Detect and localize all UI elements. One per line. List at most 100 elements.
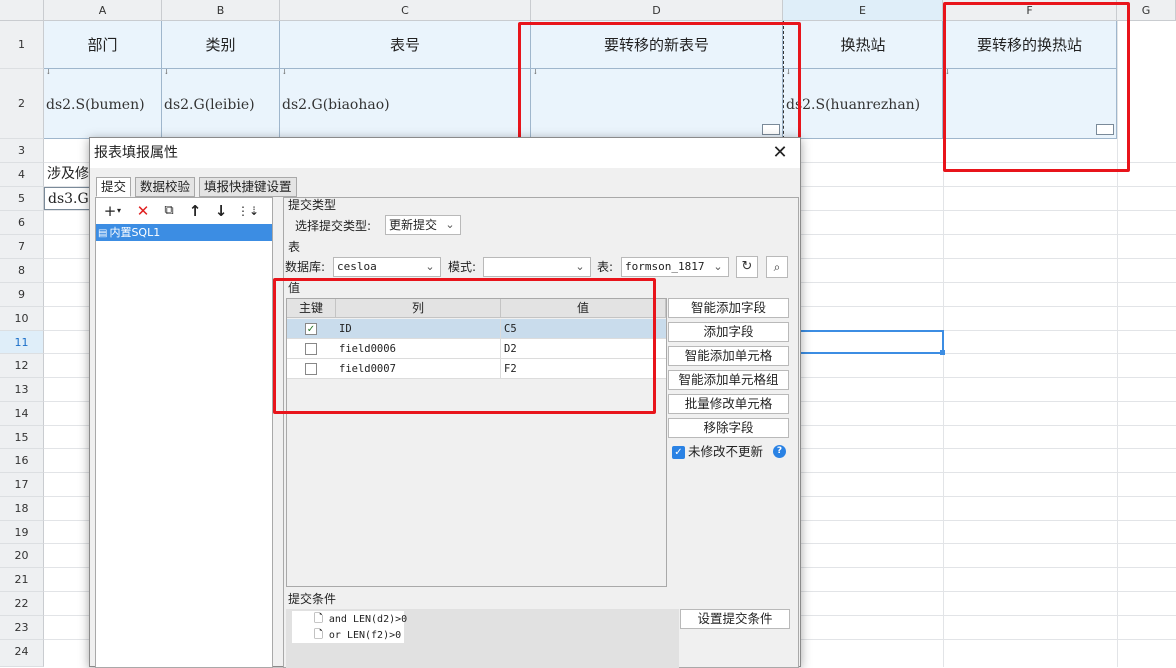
row-header-23[interactable]: 23 — [0, 616, 44, 640]
submit-type-value: 更新提交 — [389, 218, 438, 232]
highlight-box-new-station — [943, 2, 1130, 172]
row-header-13[interactable]: 13 — [0, 378, 44, 402]
table-value: formson_1817 — [625, 260, 705, 273]
refresh-icon[interactable]: ↻ — [736, 256, 758, 278]
chevron-down-icon: ⌄ — [425, 260, 435, 273]
row-header-22[interactable]: 22 — [0, 592, 44, 616]
remove-field-button[interactable]: 移除字段 — [668, 418, 789, 438]
no-update-label: 未修改不更新 — [688, 444, 764, 459]
row-header-11[interactable]: 11 — [0, 331, 44, 354]
row-header-18[interactable]: 18 — [0, 497, 44, 521]
add-dropdown-icon[interactable]: ▾ — [114, 201, 124, 221]
chevron-down-icon: ⌄ — [575, 260, 585, 273]
sort-icon[interactable]: ⋮⇣ — [237, 201, 259, 221]
mode-select[interactable]: ⌄ — [483, 257, 591, 277]
chevron-down-icon: ⌄ — [445, 218, 455, 231]
row-header-10[interactable]: 10 — [0, 307, 44, 331]
cell-c1[interactable]: 表号 — [280, 21, 531, 69]
cell-c2-text: ds2.G(biaohao) — [282, 97, 390, 113]
selected-cell-e11[interactable] — [783, 330, 944, 354]
column-header-b[interactable]: B — [162, 0, 280, 21]
row-header-15[interactable]: 15 — [0, 426, 44, 449]
cell-a2[interactable]: ↓ ds2.S(bumen) — [44, 69, 162, 139]
delete-icon[interactable]: ✕ — [133, 201, 153, 221]
help-icon[interactable]: ? — [773, 445, 786, 458]
document-icon: 🗋 — [314, 612, 323, 625]
select-submit-type-label: 选择提交类型: — [295, 219, 372, 233]
table-section-label: 表 — [288, 240, 301, 254]
cell-c2[interactable]: ↓ ds2.G(biaohao) — [280, 69, 531, 139]
database-label: 数据库: — [285, 260, 326, 274]
submit-condition-label: 提交条件 — [288, 592, 337, 606]
row-header-5[interactable]: 5 — [0, 187, 44, 211]
smart-add-cell-button[interactable]: 智能添加单元格 — [668, 346, 789, 366]
row-header-17[interactable]: 17 — [0, 473, 44, 497]
cell-b1[interactable]: 类别 — [162, 21, 280, 69]
row-header-14[interactable]: 14 — [0, 402, 44, 426]
condition-text: or LEN(f2)>0 — [328, 630, 402, 641]
cell-e2[interactable]: ↓ ds2.S(huanrezhan) — [783, 69, 943, 139]
row-header-8[interactable]: 8 — [0, 259, 44, 283]
condition-text: and LEN(d2)>0 — [328, 614, 408, 625]
sql-list-panel[interactable] — [95, 197, 273, 668]
expand-down-icon: ↓ — [45, 69, 52, 76]
row-header-6[interactable]: 6 — [0, 211, 44, 235]
database-select[interactable]: cesloa ⌄ — [333, 257, 441, 277]
copy-icon[interactable]: ⧉ — [159, 201, 179, 221]
table-select[interactable]: formson_1817 ⌄ — [621, 257, 729, 277]
add-field-button[interactable]: 添加字段 — [668, 322, 789, 342]
row-header-4[interactable]: 4 — [0, 163, 44, 187]
submit-type-select[interactable]: 更新提交 ⌄ — [385, 215, 461, 235]
row-header-19[interactable]: 19 — [0, 521, 44, 544]
row-header-2[interactable]: 2 — [0, 69, 44, 139]
database-value: cesloa — [337, 260, 377, 273]
cell-e1[interactable]: 换热站 — [783, 21, 943, 69]
dialog-title: 报表填报属性 — [90, 138, 800, 168]
cell-a4[interactable]: 涉及修 — [44, 163, 90, 186]
cell-a2-text: ds2.S(bumen) — [46, 97, 145, 113]
tree-item-sql1[interactable]: ▤ 内置SQL1 — [96, 224, 272, 241]
row-header-1[interactable]: 1 — [0, 21, 44, 69]
tab-submit[interactable]: 提交 — [96, 177, 132, 197]
cell-b2-text: ds2.G(leibie) — [164, 97, 255, 113]
row-header-9[interactable]: 9 — [0, 283, 44, 307]
table-label: 表: — [597, 260, 614, 274]
tab-data-validation[interactable]: 数据校验 — [135, 177, 196, 197]
row-header-7[interactable]: 7 — [0, 235, 44, 259]
row-header-24[interactable]: 24 — [0, 640, 44, 667]
smart-add-cell-group-button[interactable]: 智能添加单元格组 — [668, 370, 789, 390]
mode-label: 模式: — [448, 260, 477, 274]
submit-type-section-label: 提交类型 — [288, 198, 337, 212]
document-icon: 🗋 — [314, 628, 323, 641]
condition-item[interactable]: 🗋 or LEN(f2)>0 — [314, 628, 401, 643]
smart-add-field-button[interactable]: 智能添加字段 — [668, 298, 789, 318]
sheet-corner[interactable] — [0, 0, 44, 21]
condition-tree[interactable]: 🗋 and LEN(d2)>0 🗋 or LEN(f2)>0 — [292, 611, 407, 643]
column-header-d[interactable]: D — [531, 0, 783, 21]
fill-handle[interactable] — [940, 350, 945, 355]
move-down-icon[interactable]: ↓ — [211, 201, 231, 221]
column-header-a[interactable]: A — [44, 0, 162, 21]
row-header-20[interactable]: 20 — [0, 544, 44, 568]
row-header-21[interactable]: 21 — [0, 568, 44, 592]
preview-icon[interactable]: ⌕ — [766, 256, 788, 278]
tab-shortcut-settings[interactable]: 填报快捷键设置 — [199, 177, 297, 197]
row-header-16[interactable]: 16 — [0, 449, 44, 473]
no-update-checkbox[interactable]: ✓ — [672, 446, 685, 459]
submit-condition-area[interactable]: 🗋 and LEN(d2)>0 🗋 or LEN(f2)>0 — [286, 609, 679, 668]
expand-down-icon: ↓ — [281, 69, 288, 76]
column-header-c[interactable]: C — [280, 0, 531, 21]
expand-down-icon: ↓ — [163, 69, 170, 76]
move-up-icon[interactable]: ↑ — [185, 201, 205, 221]
close-icon[interactable]: ✕ — [768, 141, 792, 165]
row-header-3[interactable]: 3 — [0, 139, 44, 163]
cell-a1[interactable]: 部门 — [44, 21, 162, 69]
row-header-12[interactable]: 12 — [0, 354, 44, 378]
highlight-box-value-grid — [273, 278, 656, 414]
batch-edit-cells-button[interactable]: 批量修改单元格 — [668, 394, 789, 414]
column-header-e[interactable]: E — [783, 0, 943, 21]
cell-a5[interactable]: ds3.G — [44, 187, 90, 210]
cell-b2[interactable]: ↓ ds2.G(leibie) — [162, 69, 280, 139]
condition-item[interactable]: 🗋 and LEN(d2)>0 — [314, 612, 407, 627]
set-submit-condition-button[interactable]: 设置提交条件 — [680, 609, 790, 629]
